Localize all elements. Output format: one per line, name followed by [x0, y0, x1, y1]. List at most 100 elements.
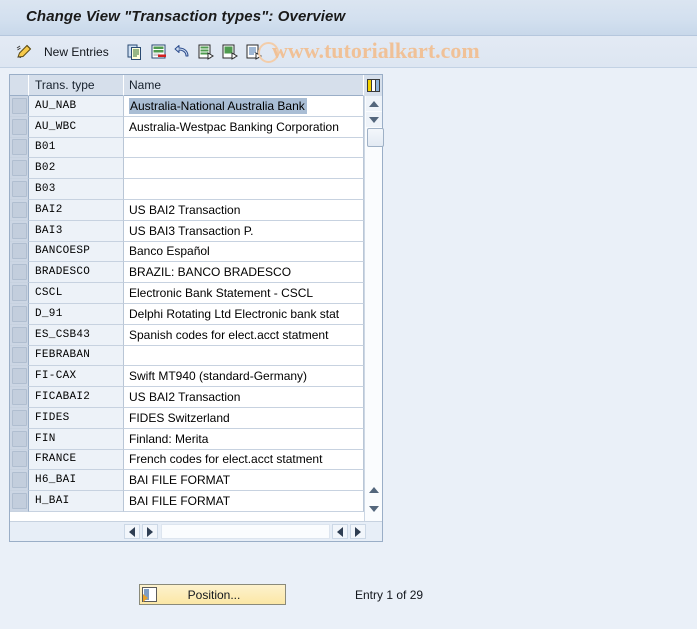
row-select-handle[interactable] — [10, 96, 29, 117]
scroll-page-up-button[interactable] — [366, 482, 382, 497]
cell-name[interactable]: French codes for elect.acct statment — [124, 449, 364, 471]
copy-as-button[interactable] — [126, 40, 144, 64]
table-row[interactable]: D_91 Delphi Rotating Ltd Electronic bank … — [10, 303, 364, 325]
table-settings-button[interactable] — [364, 75, 382, 97]
row-select-handle[interactable] — [10, 407, 29, 429]
new-entries-button[interactable]: New Entries — [44, 40, 109, 64]
table-row[interactable]: B01 — [10, 137, 364, 159]
table-row[interactable]: FIN Finland: Merita — [10, 428, 364, 450]
cell-name[interactable]: FIDES Switzerland — [124, 407, 364, 429]
row-select-handle[interactable] — [10, 179, 29, 200]
scroll-up-button[interactable] — [366, 96, 382, 111]
cell-trans-type[interactable]: BAI3 — [29, 220, 124, 242]
undo-button[interactable] — [174, 40, 192, 64]
table-row[interactable]: FICABAI2 US BAI2 Transaction — [10, 387, 364, 408]
table-row[interactable]: FI-CAX Swift MT940 (standard-Germany) — [10, 366, 364, 388]
table-row[interactable]: BRADESCO BRAZIL: BANCO BRADESCO — [10, 262, 364, 284]
table-row[interactable]: FEBRABAN — [10, 345, 364, 367]
row-select-handle[interactable] — [10, 303, 29, 325]
row-select-handle[interactable] — [10, 137, 29, 159]
cell-trans-type[interactable]: BRADESCO — [29, 262, 124, 284]
cell-trans-type[interactable]: BANCOESP — [29, 241, 124, 263]
cell-trans-type[interactable]: H6_BAI — [29, 470, 124, 492]
table-row[interactable]: BAI2 US BAI2 Transaction — [10, 199, 364, 221]
row-select-handle[interactable] — [10, 158, 29, 180]
row-select-handle[interactable] — [10, 220, 29, 242]
row-select-handle[interactable] — [10, 366, 29, 388]
row-select-handle[interactable] — [10, 116, 29, 138]
table-row[interactable]: AU_WBC Australia-Westpac Banking Corporat… — [10, 116, 364, 138]
cell-trans-type[interactable]: B02 — [29, 158, 124, 180]
cell-name[interactable]: US BAI2 Transaction — [124, 199, 364, 221]
cell-trans-type[interactable]: FICABAI2 — [29, 387, 124, 408]
hscroll-left-button[interactable] — [124, 524, 140, 539]
cell-trans-type[interactable]: FIDES — [29, 407, 124, 429]
cell-trans-type[interactable]: FIN — [29, 428, 124, 450]
cell-name[interactable]: Electronic Bank Statement - CSCL — [124, 283, 364, 304]
cell-trans-type[interactable]: B03 — [29, 179, 124, 200]
cell-name[interactable]: Delphi Rotating Ltd Electronic bank stat — [124, 303, 364, 325]
hscroll-track[interactable] — [161, 524, 330, 539]
delete-row-button[interactable] — [150, 40, 168, 64]
table-row[interactable]: H6_BAI BAI FILE FORMAT — [10, 470, 364, 492]
cell-trans-type[interactable]: CSCL — [29, 283, 124, 304]
cell-name[interactable]: Spanish codes for elect.acct statment — [124, 324, 364, 346]
cell-name[interactable]: Banco Español — [124, 241, 364, 263]
cell-trans-type[interactable]: D_91 — [29, 303, 124, 325]
cell-trans-type[interactable]: B01 — [29, 137, 124, 159]
scroll-page-down-button[interactable] — [366, 501, 382, 516]
cell-name[interactable]: Australia-Westpac Banking Corporation — [124, 116, 364, 138]
cell-name[interactable]: Australia-National Australia Bank — [124, 96, 364, 117]
row-select-handle[interactable] — [10, 283, 29, 304]
table-row[interactable]: FRANCE French codes for elect.acct statme… — [10, 449, 364, 471]
cell-name[interactable]: BAI FILE FORMAT — [124, 470, 364, 492]
cell-name[interactable] — [124, 137, 364, 159]
cell-name[interactable]: BAI FILE FORMAT — [124, 491, 364, 512]
table-row[interactable]: H_BAI BAI FILE FORMAT — [10, 491, 364, 512]
cell-name[interactable] — [124, 158, 364, 180]
hscroll-right-button[interactable] — [142, 524, 158, 539]
table-vertical-scrollbar[interactable] — [364, 96, 384, 521]
table-row[interactable]: CSCL Electronic Bank Statement - CSCL — [10, 283, 364, 304]
table-row[interactable]: B03 — [10, 179, 364, 200]
row-select-handle[interactable] — [10, 262, 29, 284]
column-header-trans-type[interactable]: Trans. type — [29, 75, 124, 96]
cell-name[interactable] — [124, 179, 364, 200]
row-select-handle[interactable] — [10, 449, 29, 471]
cell-trans-type[interactable]: ES_CSB43 — [29, 324, 124, 346]
row-select-handle[interactable] — [10, 428, 29, 450]
cell-name[interactable]: Swift MT940 (standard-Germany) — [124, 366, 364, 388]
cell-trans-type[interactable]: BAI2 — [29, 199, 124, 221]
scrollbar-thumb[interactable] — [367, 128, 384, 147]
scroll-down-button[interactable] — [366, 112, 382, 127]
table-horizontal-scrollbar[interactable] — [10, 521, 382, 541]
cell-name[interactable]: Finland: Merita — [124, 428, 364, 450]
row-select-handle[interactable] — [10, 470, 29, 492]
cell-name[interactable] — [124, 345, 364, 367]
column-header-name[interactable]: Name — [124, 75, 364, 96]
position-button[interactable]: Position... — [139, 584, 286, 605]
row-select-handle[interactable] — [10, 345, 29, 367]
table-row[interactable]: FIDES FIDES Switzerland — [10, 407, 364, 429]
row-select-handle[interactable] — [10, 491, 29, 512]
cell-name[interactable]: BRAZIL: BANCO BRADESCO — [124, 262, 364, 284]
cell-name[interactable]: US BAI3 Transaction P. — [124, 220, 364, 242]
row-select-handle[interactable] — [10, 199, 29, 221]
table-row[interactable]: BANCOESP Banco Español — [10, 241, 364, 263]
table-row[interactable]: AU_NAB Australia-National Australia Bank — [10, 96, 364, 117]
cell-trans-type[interactable]: FI-CAX — [29, 366, 124, 388]
row-select-handle[interactable] — [10, 387, 29, 408]
cell-trans-type[interactable]: FRANCE — [29, 449, 124, 471]
row-select-handle[interactable] — [10, 241, 29, 263]
cell-name[interactable]: US BAI2 Transaction — [124, 387, 364, 408]
select-block-button[interactable] — [221, 40, 239, 64]
hscroll-page-right-button[interactable] — [350, 524, 366, 539]
cell-trans-type[interactable]: H_BAI — [29, 491, 124, 512]
cell-trans-type[interactable]: FEBRABAN — [29, 345, 124, 367]
cell-trans-type[interactable]: AU_NAB — [29, 96, 124, 117]
row-select-handle[interactable] — [10, 324, 29, 346]
table-row[interactable]: BAI3 US BAI3 Transaction P. — [10, 220, 364, 242]
select-all-button[interactable] — [197, 40, 215, 64]
table-header-select-all-cell[interactable] — [10, 75, 29, 96]
table-row[interactable]: ES_CSB43 Spanish codes for elect.acct sta… — [10, 324, 364, 346]
